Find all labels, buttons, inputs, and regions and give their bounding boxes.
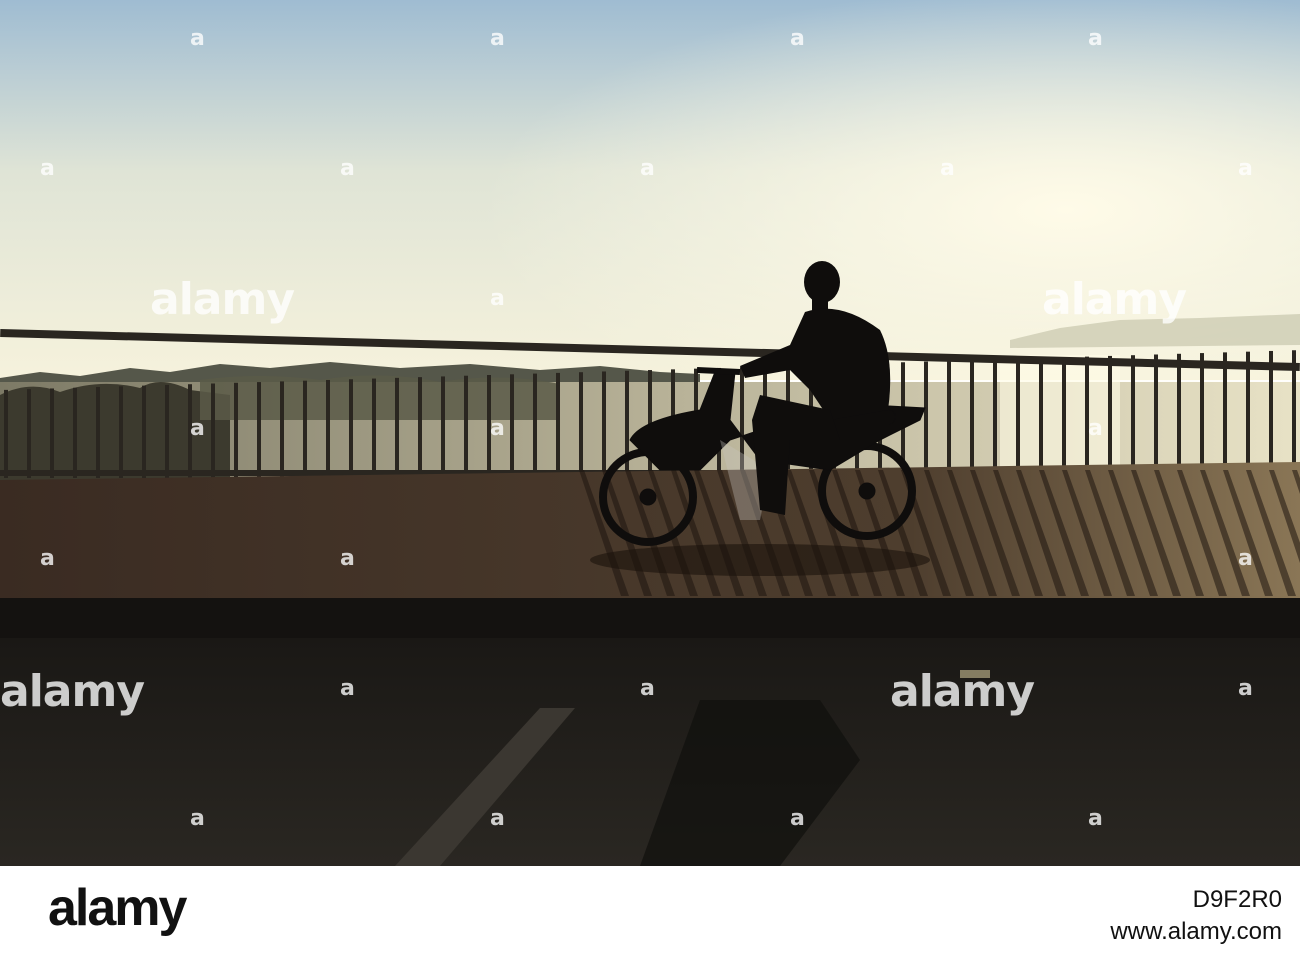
watermark-mark: a	[190, 416, 205, 441]
watermark-mark: a	[640, 156, 655, 181]
watermark-mark: a	[790, 26, 805, 51]
watermark-mark: a	[40, 546, 55, 571]
railing-post	[395, 377, 399, 478]
railing-post	[349, 379, 353, 478]
watermark-mark: a	[490, 286, 505, 311]
railing-post	[1200, 353, 1204, 478]
road	[0, 638, 1300, 866]
railing-post	[1292, 350, 1296, 478]
railing-post	[326, 379, 330, 478]
railing-post	[50, 388, 54, 478]
watermark-mark: a	[1238, 546, 1253, 571]
railing-post	[1246, 351, 1250, 478]
railing-post	[1039, 358, 1043, 478]
railing-post	[372, 378, 376, 478]
railing-post	[257, 382, 261, 478]
railing-post	[1108, 355, 1112, 478]
watermark-mark: a	[1088, 806, 1103, 831]
watermark-text: alamy	[890, 666, 1035, 717]
watermark-mark: a	[1238, 156, 1253, 181]
railing-post	[441, 376, 445, 478]
watermark-mark: a	[1238, 676, 1253, 701]
railing-post	[1154, 354, 1158, 478]
watermark-mark: a	[340, 156, 355, 181]
watermark-mark: a	[490, 416, 505, 441]
railing-post	[579, 372, 583, 478]
railing-post	[510, 374, 514, 478]
railing-post	[27, 389, 31, 478]
railing-post	[165, 384, 169, 478]
image-id: D9F2R0	[1192, 886, 1282, 913]
railing-post	[73, 387, 77, 478]
railing-post	[211, 383, 215, 478]
watermark-mark: a	[340, 546, 355, 571]
railing-post	[234, 382, 238, 478]
railing-post	[4, 389, 8, 478]
railing-post	[280, 381, 284, 478]
railing-post	[993, 359, 997, 478]
riverbank-mid	[200, 375, 560, 420]
bike-shadow	[590, 544, 930, 576]
railing-post	[1016, 358, 1020, 478]
watermark-mark: a	[190, 26, 205, 51]
railing-post	[533, 373, 537, 478]
watermark-mark: a	[490, 26, 505, 51]
watermark-mark: a	[1088, 416, 1103, 441]
railing-post	[303, 380, 307, 478]
watermark-mark: a	[190, 806, 205, 831]
railing-post	[464, 375, 468, 478]
alamy-logo[interactable]: alamy	[48, 878, 187, 938]
footer-bar: alamy D9F2R0 www.alamy.com	[0, 866, 1300, 956]
watermark-mark: a	[1088, 26, 1103, 51]
railing-post	[602, 371, 606, 478]
railing-post	[1269, 350, 1273, 478]
watermark-mark: a	[790, 806, 805, 831]
watermark-text: alamy	[0, 666, 145, 717]
watermark-text: alamy	[150, 274, 295, 325]
railing-post	[96, 387, 100, 478]
site-url[interactable]: www.alamy.com	[1110, 918, 1282, 946]
railing-post	[924, 361, 928, 478]
watermark-mark: a	[640, 676, 655, 701]
railing-post	[418, 377, 422, 478]
railing-post	[970, 360, 974, 478]
railing-post	[119, 386, 123, 478]
watermark-mark: a	[940, 156, 955, 181]
watermark-mark: a	[340, 676, 355, 701]
railing-post	[947, 360, 951, 478]
railing-post	[142, 385, 146, 478]
watermark-text: alamy	[1042, 274, 1187, 325]
railing-post	[1177, 353, 1181, 478]
curb	[0, 598, 1300, 638]
railing-post	[1062, 357, 1066, 478]
watermark-mark: a	[490, 806, 505, 831]
railing-post	[1223, 352, 1227, 478]
railing-post	[1131, 355, 1135, 478]
watermark-mark: a	[40, 156, 55, 181]
railing-post	[556, 372, 560, 478]
